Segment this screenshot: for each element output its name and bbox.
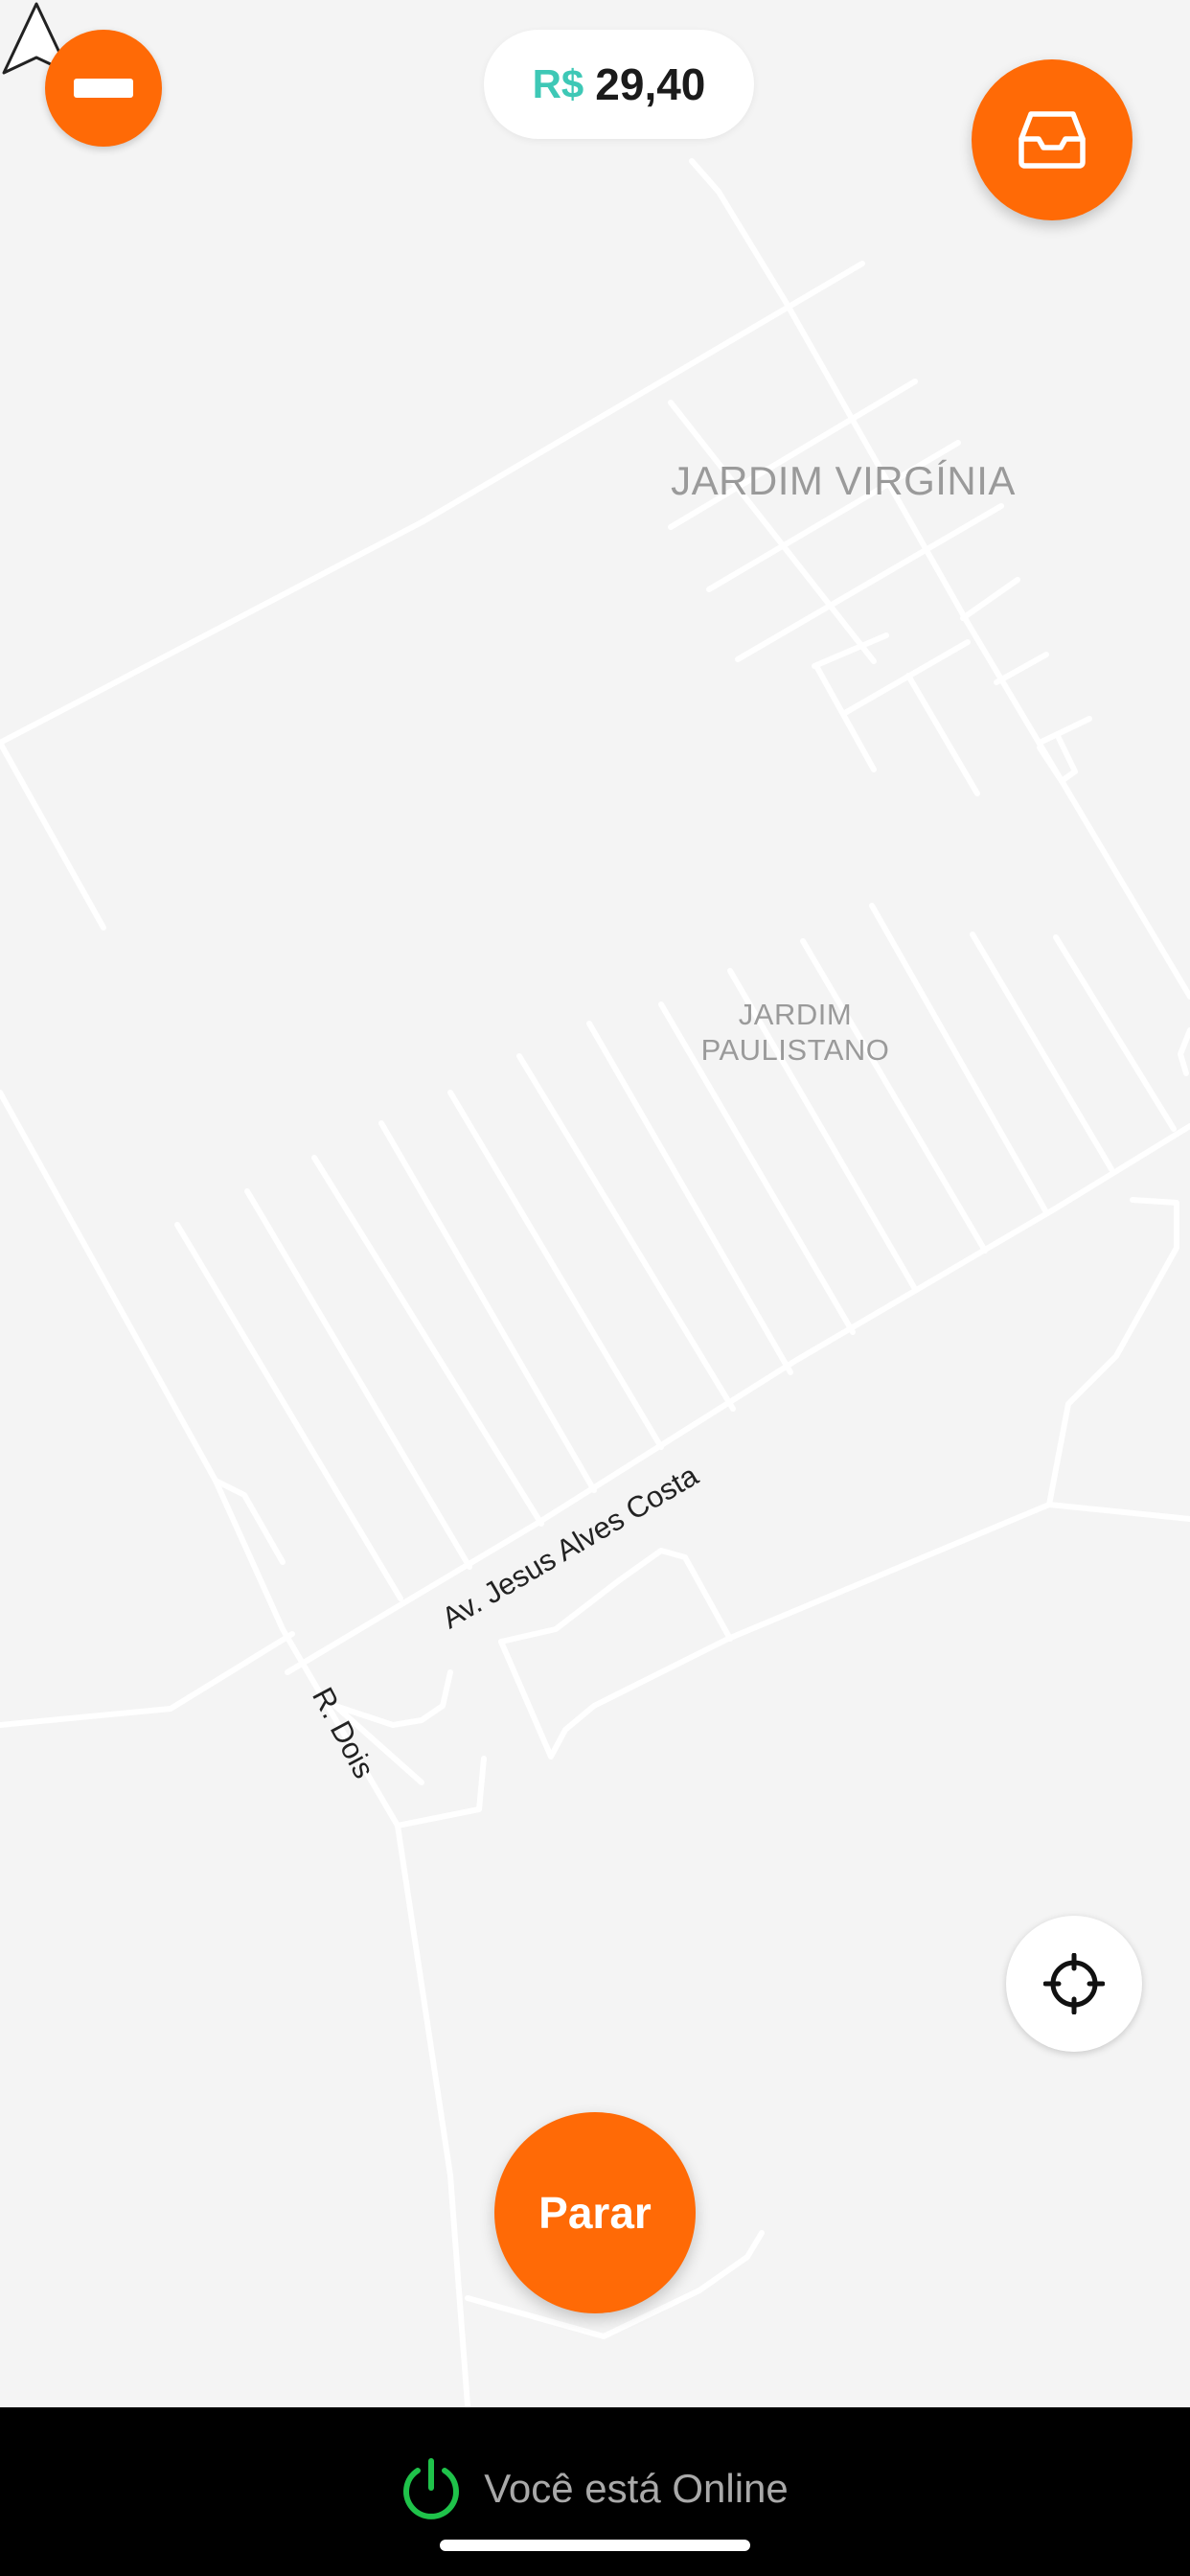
crosshair-icon [1043, 1953, 1105, 2014]
neighborhood-label-jardim-paulistano: JARDIM PAULISTANO [671, 997, 920, 1068]
online-status-toggle[interactable]: Você está Online [0, 2446, 1190, 2532]
neighborhood-label-jardim-virginia: JARDIM VIRGÍNIA [671, 458, 1016, 503]
minus-icon [74, 79, 133, 98]
stop-button[interactable]: Parar [494, 2112, 696, 2313]
neighborhood-label-line-1: JARDIM [738, 998, 853, 1031]
balance-currency: R$ [532, 61, 584, 106]
map-roads [0, 158, 1190, 2407]
balance-pill[interactable]: R$ 29,40 [484, 30, 754, 139]
online-status-bar: Você está Online [0, 2407, 1190, 2576]
driver-map-screen: JARDIM VIRGÍNIA JARDIM PAULISTANO Av. Je… [0, 0, 1190, 2576]
inbox-button[interactable] [972, 59, 1133, 220]
power-icon [403, 2458, 460, 2519]
recenter-location-button[interactable] [1006, 1916, 1142, 2052]
inbox-icon [1018, 111, 1086, 169]
home-indicator[interactable] [440, 2540, 750, 2551]
map-view[interactable]: JARDIM VIRGÍNIA JARDIM PAULISTANO Av. Je… [0, 0, 1190, 2407]
minus-button[interactable] [45, 30, 162, 147]
balance-amount: 29,40 [595, 59, 706, 109]
online-status-text: Você está Online [484, 2466, 789, 2511]
neighborhood-label-line-2: PAULISTANO [700, 1033, 890, 1067]
